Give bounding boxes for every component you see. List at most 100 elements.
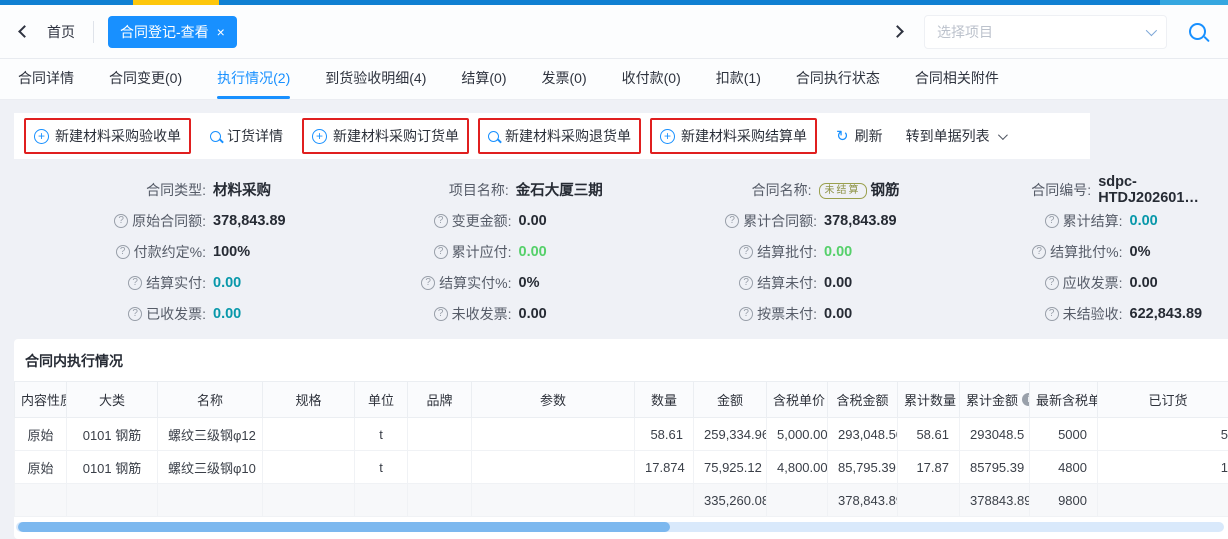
field-settlement-batch-pay-pct: 结算批付%: 0%: [917, 236, 1223, 267]
col-cum-quantity: 累计数量: [898, 382, 960, 418]
field-cumulative-contract-amount: 累计合同额: 378,843.89: [611, 205, 917, 236]
tab-settlement[interactable]: 结算(0): [459, 59, 508, 99]
info-icon[interactable]: [1022, 393, 1029, 406]
refresh-button[interactable]: 刷新: [826, 118, 893, 154]
field-label: 已收发票:: [146, 304, 206, 324]
project-select-placeholder: 选择项目: [937, 22, 1146, 42]
tab-contract-detail[interactable]: 合同详情: [16, 59, 76, 99]
cell-cum-amount: 293048.5: [960, 418, 1030, 451]
table-row[interactable]: 原始 0101 钢筋 螺纹三级钢φ12 t 58.61 259,334.96 5…: [15, 418, 1228, 451]
table-row[interactable]: 原始 0101 钢筋 螺纹三级钢φ10 t 17.874 75,925.12 4…: [15, 451, 1228, 484]
tab-invoice[interactable]: 发票(0): [540, 59, 589, 99]
window-tab-contract-view[interactable]: 合同登记-查看: [108, 16, 237, 48]
tab-contract-exec-state[interactable]: 合同执行状态: [794, 59, 882, 99]
cell-spec: [263, 451, 355, 484]
field-unpaid-by-invoice: 按票未付: 0.00: [611, 298, 917, 329]
help-icon[interactable]: [725, 214, 739, 228]
goto-document-list-dropdown[interactable]: 转到单据列表: [896, 118, 1015, 154]
total-cell: [355, 484, 408, 517]
close-icon[interactable]: [217, 24, 225, 40]
help-icon[interactable]: [1032, 245, 1046, 259]
help-icon[interactable]: [128, 276, 142, 290]
total-cell: [898, 484, 960, 517]
help-icon[interactable]: [1045, 214, 1059, 228]
contract-summary-panel: 合同类型: 材料采购 项目名称: 金石大厦三期 合同名称: 未结算钢筋 合同编号…: [0, 159, 1228, 339]
button-label: 新建材料采购订货单: [333, 126, 459, 146]
cell-name: 螺纹三级钢φ12: [158, 418, 263, 451]
field-label: 合同类型:: [146, 180, 206, 200]
help-icon[interactable]: [739, 307, 753, 321]
field-label: 原始合同额:: [132, 211, 206, 231]
tab-contract-change[interactable]: 合同变更(0): [107, 59, 184, 99]
tab-arrival-acceptance[interactable]: 到货验收明细(4): [323, 59, 428, 99]
header-bar: 首页 合同登记-查看 选择项目: [0, 5, 1228, 59]
execution-table: 内容性质 大类 名称 规格 单位 品牌 参数 数量 金额 含税单价 含税金额 累…: [14, 381, 1228, 517]
help-icon[interactable]: [128, 307, 142, 321]
help-icon[interactable]: [434, 307, 448, 321]
field-label: 未结验收:: [1063, 304, 1123, 324]
new-material-purchase-order-button[interactable]: 新建材料采购订货单: [302, 118, 469, 154]
help-icon[interactable]: [116, 245, 130, 259]
search-icon: [488, 131, 499, 142]
status-badge-unsettled: 未结算: [819, 183, 867, 199]
help-icon[interactable]: [114, 214, 128, 228]
button-label: 订货详情: [227, 126, 283, 146]
field-settlement-batch-pay: 结算批付: 0.00: [611, 236, 917, 267]
tab-payments[interactable]: 收付款(0): [620, 59, 683, 99]
help-icon[interactable]: [739, 276, 753, 290]
new-material-purchase-settlement-button[interactable]: 新建材料采购结算单: [650, 118, 817, 154]
cell-params: [472, 418, 635, 451]
total-cell: [472, 484, 635, 517]
col-content-nature: 内容性质: [15, 382, 67, 418]
field-value: 0.00: [213, 306, 241, 322]
help-icon[interactable]: [434, 214, 448, 228]
col-spec: 规格: [263, 382, 355, 418]
cell-brand: [408, 451, 472, 484]
project-select[interactable]: 选择项目: [924, 15, 1167, 49]
field-value: 0.00: [1130, 275, 1158, 291]
plus-circle-icon: [34, 129, 49, 144]
header-label: 累计金额: [966, 390, 1018, 409]
field-value: 378,843.89: [824, 213, 897, 229]
home-link[interactable]: 首页: [47, 22, 75, 42]
col-quantity: 数量: [635, 382, 694, 418]
plus-circle-icon: [660, 129, 675, 144]
collapse-chevron-icon[interactable]: [891, 25, 904, 38]
table-title: 合同内执行情况: [14, 348, 1228, 381]
new-material-purchase-return-button[interactable]: 新建材料采购退货单: [478, 118, 641, 154]
help-icon[interactable]: [434, 245, 448, 259]
help-icon[interactable]: [739, 245, 753, 259]
back-icon[interactable]: [18, 25, 31, 38]
field-label: 应收发票:: [1063, 273, 1123, 293]
help-icon[interactable]: [1045, 276, 1059, 290]
tab-execution-status[interactable]: 执行情况(2): [215, 59, 292, 99]
refresh-icon: [836, 129, 849, 144]
field-contract-name: 合同名称: 未结算钢筋: [606, 174, 909, 205]
help-icon[interactable]: [1045, 307, 1059, 321]
tab-deduction[interactable]: 扣款(1): [714, 59, 763, 99]
cell-ordered: 1: [1098, 451, 1228, 484]
col-category: 大类: [67, 382, 158, 418]
tab-contract-attachments[interactable]: 合同相关附件: [913, 59, 1001, 99]
contract-name-text: 钢筋: [871, 183, 900, 199]
button-label: 新建材料采购退货单: [505, 126, 631, 146]
cell-amount: 259,334.96: [694, 418, 767, 451]
field-received-invoice: 已收发票: 0.00: [0, 298, 306, 329]
new-material-purchase-acceptance-button[interactable]: 新建材料采购验收单: [24, 118, 191, 154]
horizontal-scrollbar-thumb[interactable]: [18, 522, 670, 532]
cell-cum-quantity: 17.87: [898, 451, 960, 484]
field-contract-number: 合同编号: sdpc-HTDJ202601…: [908, 174, 1222, 205]
cell-latest-tax-price: 5000: [1030, 418, 1098, 451]
cell-latest-tax-price: 4800: [1030, 451, 1098, 484]
order-detail-button[interactable]: 订货详情: [200, 118, 293, 154]
field-label: 累计应付:: [452, 242, 512, 262]
horizontal-scrollbar-track[interactable]: [16, 522, 1224, 532]
field-unreceived-invoice: 未收发票: 0.00: [306, 298, 612, 329]
help-icon[interactable]: [421, 276, 435, 290]
total-cell-cum-amount: 378843.89: [960, 484, 1030, 517]
field-value: 0.00: [519, 213, 547, 229]
field-unsettled-acceptance: 未结验收: 622,843.89: [917, 298, 1223, 329]
field-label: 结算批付%:: [1050, 242, 1122, 262]
field-label: 合同编号:: [1031, 180, 1091, 200]
search-icon[interactable]: [1189, 23, 1206, 40]
